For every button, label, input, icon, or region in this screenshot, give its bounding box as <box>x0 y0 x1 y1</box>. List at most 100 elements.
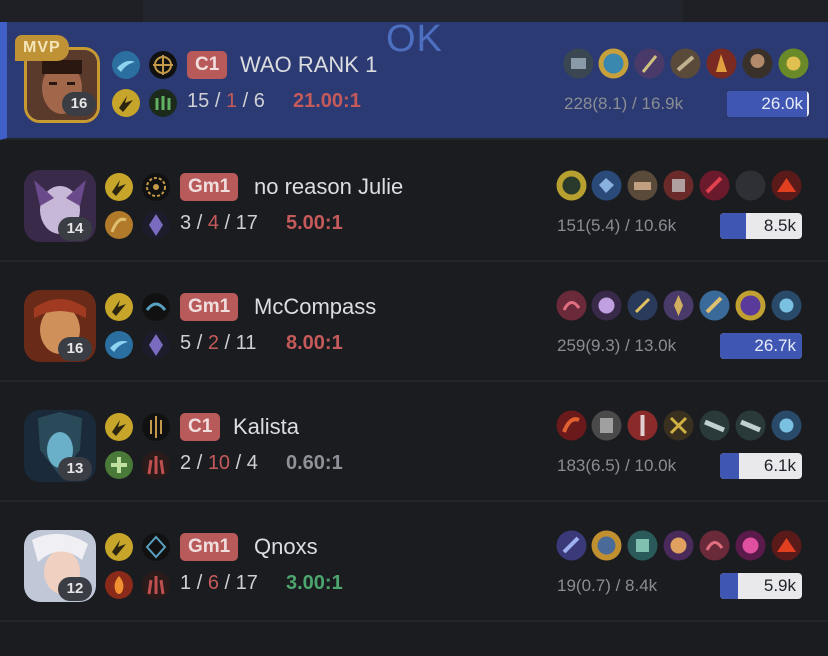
item-icon[interactable] <box>634 48 665 79</box>
kda-sep: / <box>196 212 203 234</box>
item-icon[interactable] <box>663 530 694 561</box>
kda-ratio: 5.00:1 <box>286 212 343 234</box>
smite-spell-icon[interactable] <box>104 412 134 442</box>
item-icon[interactable] <box>735 410 766 441</box>
item-icon[interactable] <box>591 170 622 201</box>
item-icon[interactable] <box>735 530 766 561</box>
player-name[interactable]: McCompass <box>254 294 376 320</box>
player-row[interactable]: 16 Gm1 McCompass 5 / 2 / 11 8.00:1 259(9… <box>0 264 828 382</box>
assists: 11 <box>235 332 257 354</box>
player-row[interactable]: 13 C1 Kalista 2 / 10 / 4 0.60:1 183(6.5)… <box>0 384 828 502</box>
assists: 4 <box>246 452 258 474</box>
deaths: 1 <box>225 90 238 112</box>
kda-ratio: 0.60:1 <box>286 452 343 474</box>
heal-spell-icon[interactable] <box>104 450 134 480</box>
item-icon[interactable] <box>627 410 658 441</box>
player-row[interactable]: 12 Gm1 Qnoxs 1 / 6 / 17 3.00:1 19(0.7) /… <box>0 504 828 622</box>
player-name[interactable]: Qnoxs <box>254 534 318 560</box>
sorcery-rune-icon[interactable] <box>141 330 171 360</box>
keystone-rune-icon[interactable] <box>141 172 171 202</box>
player-name[interactable]: WAO RANK 1 <box>240 52 377 78</box>
item-icon[interactable] <box>591 410 622 441</box>
mvp-badge: MVP <box>15 35 69 61</box>
keystone-rune-icon[interactable] <box>141 292 171 322</box>
item-icon[interactable] <box>699 170 730 201</box>
sorcery-rune-icon[interactable] <box>141 210 171 240</box>
player-row[interactable]: 14 Gm1 no reason Julie 3 / 4 / 17 5.00:1… <box>0 144 828 262</box>
item-icon[interactable] <box>556 530 587 561</box>
trinket-icon[interactable] <box>771 410 802 441</box>
item-icon[interactable] <box>591 290 622 321</box>
keystone-rune-icon[interactable] <box>141 532 171 562</box>
item-icon[interactable] <box>627 170 658 201</box>
item-icon[interactable] <box>627 290 658 321</box>
champion-level: 14 <box>58 217 92 241</box>
item-icon[interactable] <box>663 410 694 441</box>
item-icon[interactable] <box>663 290 694 321</box>
damage-bar: 6.1k <box>720 453 802 479</box>
damage-value: 5.9k <box>763 576 796 595</box>
smite-spell-icon[interactable] <box>104 532 134 562</box>
damage-value: 8.5k <box>763 216 796 235</box>
item-icon[interactable] <box>563 48 594 79</box>
ignite-spell-icon[interactable] <box>104 570 134 600</box>
deaths: 10 <box>207 452 231 474</box>
player-name[interactable]: Kalista <box>233 414 299 440</box>
item-icon[interactable] <box>556 170 587 201</box>
damage-bar: 8.5k <box>720 213 802 239</box>
deaths: 2 <box>207 332 219 354</box>
item-icon[interactable] <box>742 48 773 79</box>
item-icon[interactable] <box>627 530 658 561</box>
kda-ratio: 8.00:1 <box>286 332 343 354</box>
trinket-icon[interactable] <box>771 170 802 201</box>
trinket-icon[interactable] <box>771 530 802 561</box>
ok-label[interactable]: OK <box>386 18 443 61</box>
kda-sep: / <box>196 332 203 354</box>
deaths: 4 <box>207 212 219 234</box>
rank-badge: Gm1 <box>180 533 239 561</box>
kda-ratio: 3.00:1 <box>286 572 343 594</box>
exhaust-spell-icon[interactable] <box>104 210 134 240</box>
damage-value: 26.0k <box>761 94 803 113</box>
item-icon[interactable] <box>699 530 730 561</box>
champion-level: 12 <box>58 577 92 601</box>
trinket-icon[interactable] <box>771 290 802 321</box>
flash-spell-icon[interactable] <box>104 330 134 360</box>
item-icon[interactable] <box>699 290 730 321</box>
player-name[interactable]: no reason Julie <box>254 174 403 200</box>
trinket-icon[interactable] <box>778 48 809 79</box>
domination-rune-icon[interactable] <box>141 570 171 600</box>
flash-spell-icon[interactable] <box>111 50 141 80</box>
item-icon[interactable] <box>735 290 766 321</box>
kda-sep: / <box>224 572 231 594</box>
smite-spell-icon[interactable] <box>111 88 141 118</box>
damage-fill <box>720 453 739 479</box>
keystone-rune-icon[interactable] <box>141 412 171 442</box>
item-icon[interactable] <box>591 530 622 561</box>
assists: 17 <box>235 572 258 594</box>
cs-gold: 19(0.7) / 8.4k <box>557 576 658 595</box>
kda: 15 / 1 / 6 <box>187 90 265 113</box>
kda-sep: / <box>224 212 231 234</box>
kills: 15 <box>187 90 210 112</box>
rank-badge: C1 <box>180 413 221 441</box>
assists: 17 <box>235 212 258 234</box>
smite-spell-icon[interactable] <box>104 292 134 322</box>
damage-value: 6.1k <box>763 456 796 475</box>
item-icon[interactable] <box>556 290 587 321</box>
item-icon[interactable] <box>598 48 629 79</box>
rank-badge: C1 <box>187 51 228 79</box>
empty-item-slot-icon <box>735 170 766 201</box>
item-icon[interactable] <box>663 170 694 201</box>
kills: 1 <box>180 572 192 594</box>
champion-level: 16 <box>62 92 96 116</box>
item-icon[interactable] <box>556 410 587 441</box>
damage-fill <box>720 573 739 599</box>
resolve-rune-icon[interactable] <box>148 88 178 118</box>
smite-spell-icon[interactable] <box>104 172 134 202</box>
domination-rune-icon[interactable] <box>141 450 171 480</box>
item-icon[interactable] <box>699 410 730 441</box>
keystone-rune-icon[interactable] <box>148 50 178 80</box>
item-icon[interactable] <box>670 48 701 79</box>
item-icon[interactable] <box>706 48 737 79</box>
